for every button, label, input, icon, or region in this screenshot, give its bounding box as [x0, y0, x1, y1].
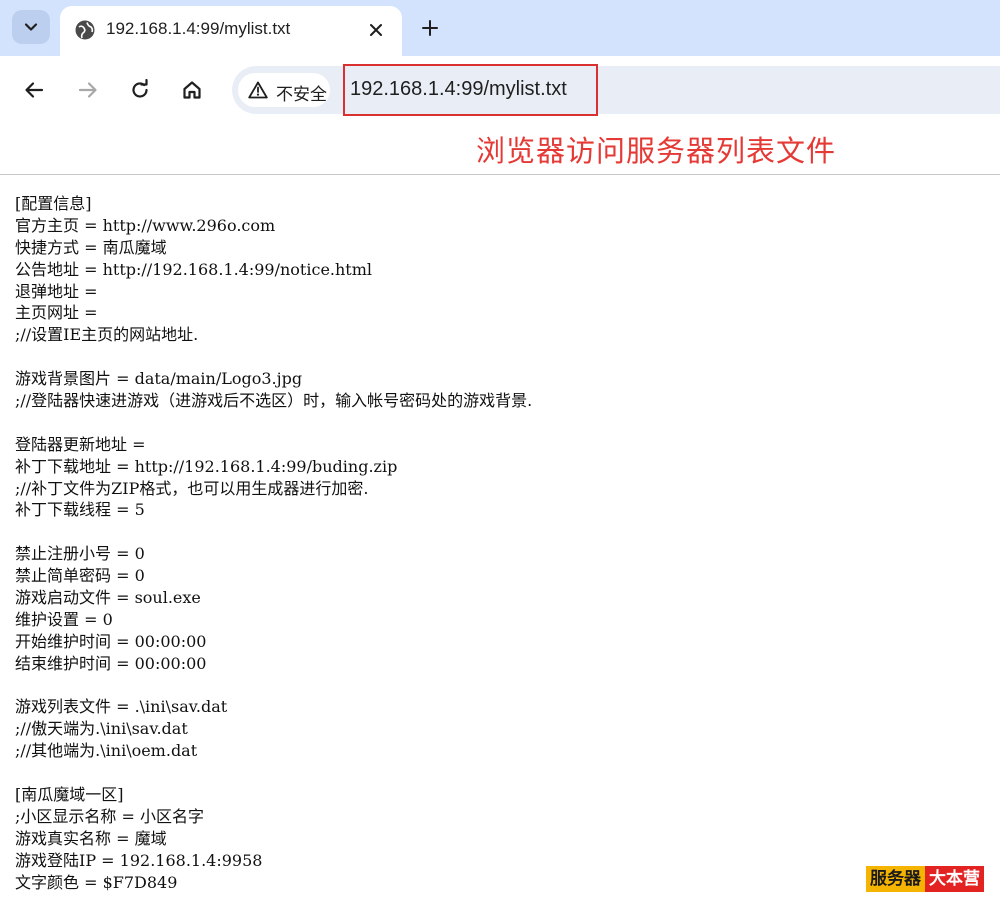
- file-content: [配置信息] 官方主页 = http://www.296o.com 快捷方式 = 南…: [15, 193, 985, 894]
- toolbar-divider: [0, 174, 1000, 175]
- warning-icon: [248, 81, 268, 99]
- back-button[interactable]: [16, 72, 52, 108]
- text-line: 禁止注册小号 = 0: [15, 544, 145, 564]
- text-line: ;//设置IE主页的网站地址.: [15, 325, 199, 345]
- text-line: ;//其他端为.\ini\oem.dat: [15, 741, 198, 761]
- forward-arrow-icon: [78, 82, 97, 98]
- watermark-part-2: 大本营: [925, 866, 984, 892]
- globe-icon: [75, 20, 95, 40]
- reload-button[interactable]: [122, 72, 158, 108]
- home-icon: [183, 81, 201, 99]
- text-line: 官方主页 = http://www.296o.com: [15, 215, 276, 235]
- text-line: 公告地址 = http://192.168.1.4:99/notice.html: [15, 259, 373, 279]
- text-line: 补丁下载地址 = http://192.168.1.4:99/buding.zi…: [15, 456, 398, 476]
- watermark-part-1: 服务器: [866, 866, 925, 892]
- text-line: 游戏真实名称 = 魔域: [15, 828, 167, 848]
- security-chip[interactable]: 不安全: [238, 73, 330, 107]
- watermark-logo: 服务器 大本营: [866, 866, 984, 892]
- tab-close-button[interactable]: [364, 18, 388, 42]
- text-line: 游戏列表文件 = .\ini\sav.dat: [15, 697, 228, 717]
- close-icon: [370, 24, 382, 36]
- text-line: 登陆器更新地址 =: [15, 434, 146, 454]
- plus-icon: [422, 20, 438, 36]
- tab-search-button[interactable]: [12, 10, 50, 44]
- text-line: ;//补丁文件为ZIP格式，也可以用生成器进行加密.: [15, 478, 369, 498]
- home-button[interactable]: [174, 72, 210, 108]
- text-line: 维护设置 = 0: [15, 609, 113, 629]
- tab-title: 192.168.1.4:99/mylist.txt: [106, 19, 291, 38]
- tab-strip: 192.168.1.4:99/mylist.txt: [0, 0, 1000, 56]
- new-tab-button[interactable]: [414, 12, 446, 44]
- text-line: 开始维护时间 = 00:00:00: [15, 631, 207, 651]
- text-line: ;小区显示名称 = 小区名字: [15, 806, 204, 826]
- text-line: 结束维护时间 = 00:00:00: [15, 653, 207, 673]
- text-line: 主页网址 =: [15, 303, 98, 323]
- text-line: 补丁下载线程 = 5: [15, 500, 145, 520]
- text-line: [南瓜魔域一区]: [15, 785, 124, 805]
- url-highlight-box: [343, 64, 598, 116]
- not-secure-label: 不安全: [276, 85, 327, 105]
- text-line: [配置信息]: [15, 194, 92, 213]
- browser-tab[interactable]: 192.168.1.4:99/mylist.txt: [60, 6, 402, 56]
- chevron-down-icon: [24, 23, 38, 31]
- annotation-label: 浏览器访问服务器列表文件: [476, 134, 837, 168]
- back-arrow-icon: [25, 82, 44, 98]
- text-line: ;//傲天端为.\ini\sav.dat: [15, 719, 188, 739]
- text-line: 禁止简单密码 = 0: [15, 566, 145, 586]
- text-line: ;//登陆器快速进游戏（进游戏后不选区）时，输入帐号密码处的游戏背景.: [15, 391, 533, 411]
- reload-icon: [132, 79, 148, 98]
- text-line: 游戏背景图片 = data/main/Logo3.jpg: [15, 369, 303, 389]
- text-line: 快捷方式 = 南瓜魔域: [15, 237, 167, 257]
- text-line: 退弹地址 =: [15, 281, 98, 301]
- text-line: 文字颜色 = $F7D849: [15, 872, 178, 892]
- text-line: 游戏登陆IP = 192.168.1.4:9958: [15, 850, 263, 870]
- text-line: 游戏启动文件 = soul.exe: [15, 588, 201, 608]
- forward-button[interactable]: [70, 72, 106, 108]
